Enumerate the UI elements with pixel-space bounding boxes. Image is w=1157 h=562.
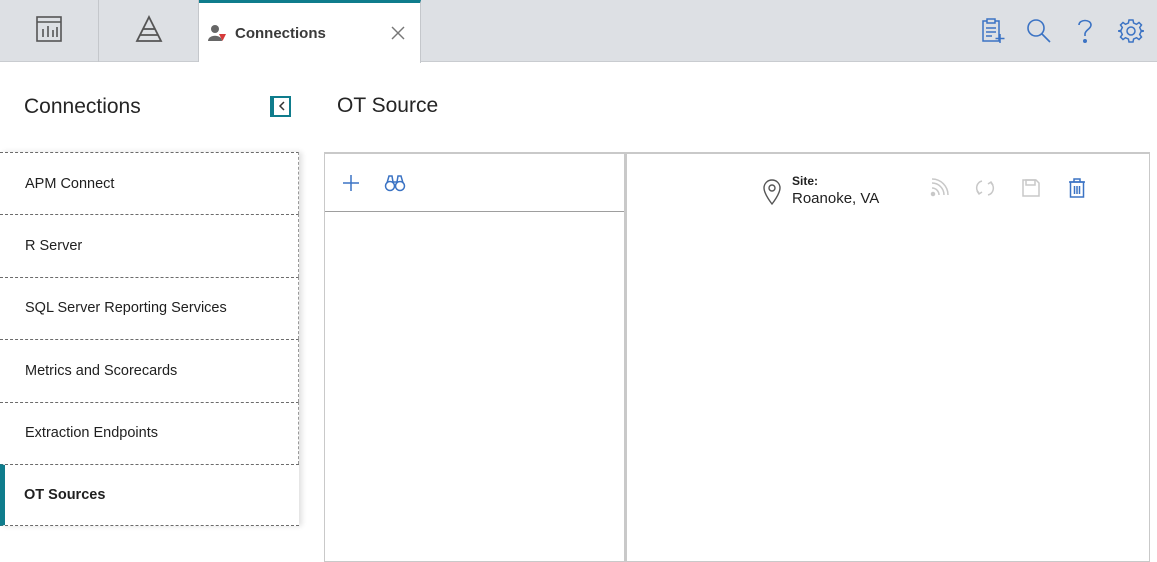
gear-icon[interactable] (1115, 15, 1147, 47)
sidebar-title: Connections (24, 95, 141, 118)
collapse-sidebar-button[interactable] (270, 96, 291, 117)
pyramid-icon (134, 14, 164, 49)
binoculars-icon[interactable] (381, 169, 409, 197)
left-panel: Connections APM Connect R Server SQL Ser… (0, 63, 299, 559)
site-text: Site: Roanoke, VA (792, 174, 879, 207)
site-info: Site: Roanoke, VA (762, 174, 879, 207)
tab-connections[interactable]: Connections (199, 0, 421, 63)
help-icon[interactable] (1069, 15, 1101, 47)
nav-tile-pyramid[interactable] (99, 0, 199, 62)
page-title: OT Source (337, 94, 439, 117)
list-toolbar (325, 154, 624, 212)
site-value: Roanoke, VA (792, 190, 880, 207)
sidebar-item-ssrs[interactable]: SQL Server Reporting Services (0, 276, 299, 340)
plus-icon[interactable] (337, 169, 365, 197)
user-connection-icon (205, 21, 229, 45)
sidebar-item-extraction-endpoints[interactable]: Extraction Endpoints (0, 401, 299, 464)
tab-label: Connections (235, 24, 326, 42)
top-bar: Connections (0, 0, 1157, 63)
sidebar-item-label: Metrics and Scorecards (25, 362, 178, 379)
sidebar-item-metrics-scorecards[interactable]: Metrics and Scorecards (0, 339, 299, 402)
nav-tile-dashboard[interactable] (0, 0, 99, 62)
sidebar-nav-list: APM Connect R Server SQL Server Reportin… (0, 152, 299, 527)
sidebar-item-label: R Server (25, 238, 83, 255)
dashboard-chart-icon (35, 15, 63, 48)
detail-pane: Site: Roanoke, VA (625, 152, 1150, 562)
search-icon[interactable] (1023, 15, 1055, 47)
close-icon[interactable] (384, 19, 412, 47)
sidebar-item-label: APM Connect (25, 175, 115, 192)
detail-actions (927, 176, 1089, 200)
top-actions (977, 14, 1147, 48)
feed-icon[interactable] (927, 176, 951, 200)
list-pane (324, 152, 625, 562)
site-label: Site: (792, 174, 819, 188)
sidebar-item-label: OT Sources (24, 487, 106, 504)
sidebar-item-label: SQL Server Reporting Services (25, 300, 227, 317)
trash-icon[interactable] (1065, 176, 1089, 200)
chevron-left-icon (278, 98, 286, 116)
checklist-add-icon[interactable] (977, 15, 1009, 47)
sidebar-item-apm-connect[interactable]: APM Connect (0, 152, 299, 215)
sidebar-item-r-server[interactable]: R Server (0, 214, 299, 277)
sidebar-item-label: Extraction Endpoints (25, 425, 158, 442)
sidebar-item-ot-sources[interactable]: OT Sources (0, 463, 299, 527)
save-icon[interactable] (1019, 176, 1043, 200)
refresh-icon[interactable] (973, 176, 997, 200)
location-pin-icon (762, 179, 784, 207)
